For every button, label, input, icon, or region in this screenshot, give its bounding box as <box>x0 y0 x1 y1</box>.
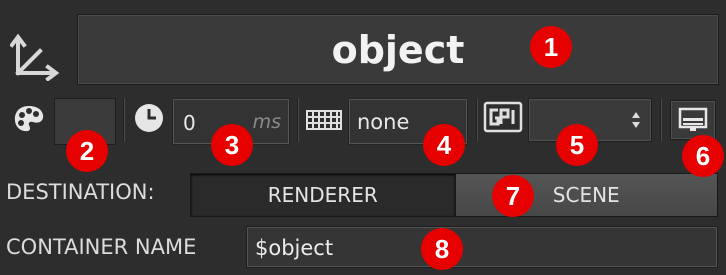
object-name-label: object <box>331 27 465 72</box>
callout-marker: 1 <box>530 26 572 68</box>
callout-marker: 3 <box>211 124 253 166</box>
divider <box>297 98 299 142</box>
callout-marker: 5 <box>556 124 598 166</box>
divider <box>123 98 125 142</box>
object-name-button[interactable]: object <box>77 14 719 85</box>
callout-marker: 6 <box>682 135 724 177</box>
container-name-input[interactable]: $object <box>246 226 718 268</box>
container-name-value: $object <box>255 236 334 260</box>
updown-arrows-icon <box>632 112 640 128</box>
monitor-icon <box>678 107 708 131</box>
destination-renderer-option[interactable]: RENDERER <box>191 174 455 216</box>
destination-toggle: RENDERER SCENE <box>190 173 718 217</box>
divider <box>660 98 662 142</box>
container-name-label: CONTAINER NAME <box>6 235 197 259</box>
callout-marker: 2 <box>66 130 108 172</box>
axis-transform-icon <box>9 33 62 82</box>
divider <box>476 98 478 142</box>
callout-marker: 8 <box>421 228 463 270</box>
monitor-button[interactable] <box>670 100 716 140</box>
destination-label: DESTINATION: <box>6 180 155 204</box>
palette-icon <box>12 102 46 136</box>
keyboard-grid-icon <box>306 110 342 130</box>
callout-marker: 4 <box>423 124 465 166</box>
grid-value: none <box>357 110 410 134</box>
delay-value: 0 <box>183 111 196 135</box>
callout-marker: 7 <box>492 175 534 217</box>
clock-icon <box>133 102 165 134</box>
delay-unit-label: ms <box>252 111 281 133</box>
gpi-icon <box>483 100 523 134</box>
